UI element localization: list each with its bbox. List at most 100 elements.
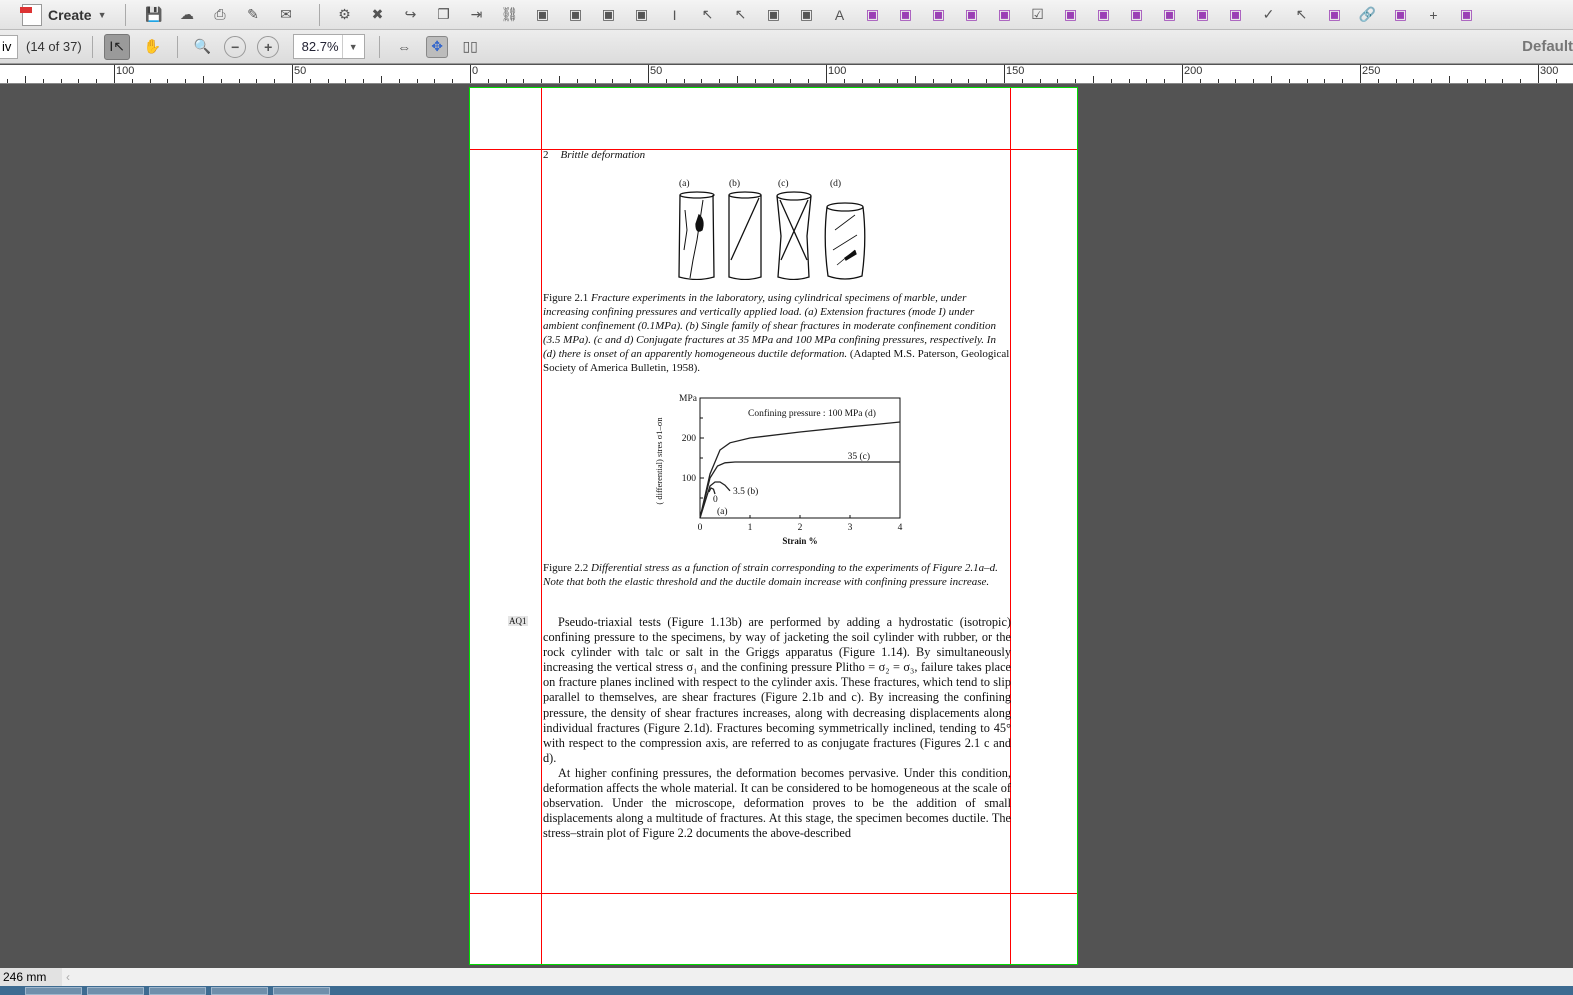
ruler-tick: [986, 79, 988, 83]
ruler-tick: [897, 79, 899, 83]
text-field-icon[interactable]: ▣: [1159, 4, 1181, 26]
ruler-label: 150: [1004, 65, 1024, 83]
ruler-tick: [185, 79, 187, 83]
ruler-tick: [487, 79, 489, 83]
color-bars-icon[interactable]: ▣: [631, 4, 653, 26]
ruler-tick: [149, 79, 151, 83]
zoom-out-icon[interactable]: −: [224, 35, 247, 58]
two-page-icon[interactable]: ▯▯: [459, 36, 481, 58]
select-arrow-icon[interactable]: ↖: [697, 4, 719, 26]
author-query-tag[interactable]: AQ1: [508, 616, 528, 626]
ruler-tick: [220, 79, 222, 83]
taskbar-button[interactable]: [149, 987, 206, 995]
pointer-icon[interactable]: ↖: [1291, 4, 1313, 26]
measure-icon[interactable]: ▣: [961, 4, 983, 26]
download-icon[interactable]: ▣: [598, 4, 620, 26]
print-icon[interactable]: ⎙: [209, 4, 231, 26]
cloud-upload-icon[interactable]: ☁: [176, 4, 198, 26]
check-icon[interactable]: ✓: [1258, 4, 1280, 26]
shape-icon[interactable]: ▣: [763, 4, 785, 26]
ruler-tick: [701, 79, 703, 83]
ruler-label: 200: [1182, 65, 1202, 83]
chevron-down-icon[interactable]: ▼: [341, 35, 364, 58]
paragraph: At higher confining pressures, the defor…: [543, 765, 1011, 841]
text-a-icon[interactable]: A: [829, 4, 851, 26]
ruler-tick: [1217, 79, 1219, 83]
comment-icon[interactable]: ▣: [1192, 4, 1214, 26]
ruler-tick: [630, 79, 632, 83]
link-icon[interactable]: 🔗: [1357, 4, 1379, 26]
hand-tool-icon[interactable]: ✋: [141, 36, 163, 58]
page-number-input[interactable]: iv: [0, 34, 18, 59]
figure-2-1-caption: Figure 2.1 Fracture experiments in the l…: [543, 291, 1011, 375]
ruler-tick: [363, 79, 365, 83]
fit-width-icon[interactable]: ⇔: [393, 36, 415, 58]
insert-icon[interactable]: ▣: [565, 4, 587, 26]
ruler-tick: [790, 79, 792, 83]
ruler-tick: [60, 79, 62, 83]
ruler-tick: [950, 79, 952, 83]
ruler-label: 50: [292, 65, 306, 83]
ruler-label: 250: [1360, 65, 1380, 83]
ruler-tick: [1128, 79, 1130, 83]
image-field-icon[interactable]: ▣: [1093, 4, 1115, 26]
delete-page-icon[interactable]: ✖: [367, 4, 389, 26]
checkbox-icon[interactable]: ☑: [1027, 4, 1049, 26]
select-object-icon[interactable]: ↖: [730, 4, 752, 26]
zoom-value[interactable]: 82.7%: [294, 35, 342, 58]
field-icon[interactable]: ▣: [994, 4, 1016, 26]
rectangle-icon[interactable]: ▣: [796, 4, 818, 26]
save-icon[interactable]: 💾: [143, 4, 165, 26]
open-icon[interactable]: ↪: [400, 4, 422, 26]
preflight-icon[interactable]: ▣: [1456, 4, 1478, 26]
ruler-tick: [683, 79, 685, 83]
ruler-tick: [1146, 79, 1148, 83]
ruler-label: 50: [648, 65, 662, 83]
ruler-tick: [754, 79, 756, 83]
zoom-select[interactable]: 82.7% ▼: [292, 34, 365, 59]
scroll-left-icon[interactable]: ‹: [66, 970, 70, 984]
text-cursor-icon[interactable]: I: [664, 4, 686, 26]
series-label: Confining pressure : 100 MPa (d): [748, 408, 876, 419]
caption-label: Figure 2.1: [543, 292, 589, 304]
edit-form-icon[interactable]: ✎: [242, 4, 264, 26]
email-icon[interactable]: ✉: [275, 4, 297, 26]
series-line: [708, 487, 716, 495]
baseline-icon[interactable]: ▣: [862, 4, 884, 26]
running-head: 2 Brittle deformation: [543, 149, 645, 161]
ruler-tick: [96, 79, 98, 83]
create-button[interactable]: Create ▼: [20, 3, 107, 26]
marquee-zoom-icon[interactable]: 🔍: [191, 36, 213, 58]
series-label: 0: [713, 495, 718, 505]
button-field-icon[interactable]: ▣: [1126, 4, 1148, 26]
taskbar-button[interactable]: [211, 987, 268, 995]
panel-label: (d): [830, 179, 842, 189]
zoom-in-icon[interactable]: +: [257, 35, 280, 58]
crop-icon[interactable]: ▣: [1390, 4, 1412, 26]
taskbar-button[interactable]: [25, 987, 82, 995]
pen-icon[interactable]: ▣: [895, 4, 917, 26]
gear-icon[interactable]: ⚙: [334, 4, 356, 26]
select-tool-icon[interactable]: I↖: [104, 33, 131, 60]
fit-page-icon[interactable]: ✥: [426, 35, 449, 58]
unlink-icon[interactable]: ⛓: [499, 4, 521, 26]
pin-icon[interactable]: ▣: [928, 4, 950, 26]
x-tick-label: 1: [748, 523, 753, 533]
search-replace-icon[interactable]: ▣: [532, 4, 554, 26]
ruler-tick: [42, 79, 44, 83]
taskbar-button[interactable]: [273, 987, 330, 995]
margin-guide: [541, 88, 542, 964]
ruler-tick: [612, 79, 614, 83]
page-number-icon[interactable]: ▣: [1324, 4, 1346, 26]
ruler-tick: [434, 79, 436, 83]
taskbar-button[interactable]: [87, 987, 144, 995]
radio-icon[interactable]: ▣: [1060, 4, 1082, 26]
list-icon[interactable]: ▣: [1225, 4, 1247, 26]
y-tick-label: 100: [682, 474, 697, 484]
y-tick-label: 200: [682, 434, 697, 444]
crosshair-icon[interactable]: +: [1423, 4, 1445, 26]
ruler-tick: [381, 76, 382, 83]
horizontal-ruler[interactable]: 100 50 0 50 100 150 200 250 300: [0, 65, 1573, 84]
export-icon[interactable]: ⇥: [466, 4, 488, 26]
copy-icon[interactable]: ❐: [433, 4, 455, 26]
